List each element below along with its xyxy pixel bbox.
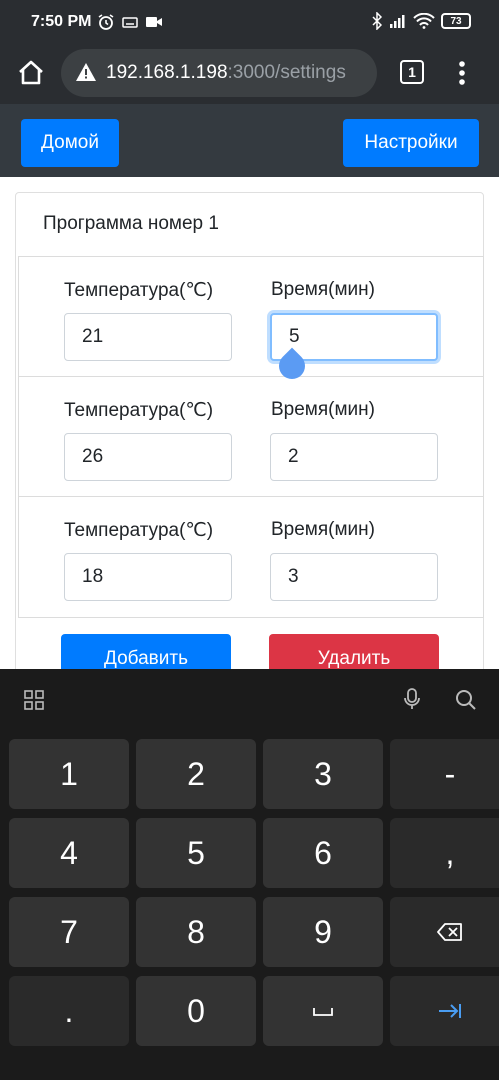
app-navbar: Домой Настройки bbox=[0, 104, 499, 177]
temperature-label: Температура(℃) bbox=[64, 520, 214, 541]
backspace-icon bbox=[437, 923, 462, 941]
time-label: Время(мин) bbox=[271, 279, 375, 300]
temperature-label: Температура(℃) bbox=[64, 400, 214, 421]
wifi-icon bbox=[413, 13, 435, 29]
key-6[interactable]: 6 bbox=[263, 818, 383, 888]
tab-switcher-button[interactable]: 1 bbox=[400, 60, 424, 84]
temperature-input[interactable]: 21 bbox=[64, 313, 232, 361]
browser-toolbar: 192.168.1.198:3000/settings 1 bbox=[0, 44, 499, 104]
apps-grid-icon[interactable] bbox=[23, 689, 45, 711]
key-8[interactable]: 8 bbox=[136, 897, 256, 967]
card-title: Программа номер 1 bbox=[43, 213, 219, 234]
keyboard-icon bbox=[122, 17, 138, 28]
keyboard-toolbar bbox=[0, 669, 499, 731]
key-minus[interactable]: - bbox=[390, 739, 499, 809]
url-path: :3000/settings bbox=[227, 62, 346, 83]
alarm-icon bbox=[98, 14, 114, 30]
key-1[interactable]: 1 bbox=[9, 739, 129, 809]
home-icon[interactable] bbox=[16, 58, 46, 88]
program-step-row: Температура(℃) Время(мин) 26 2 bbox=[19, 377, 483, 497]
more-options-icon[interactable] bbox=[452, 58, 472, 88]
key-3[interactable]: 3 bbox=[263, 739, 383, 809]
key-2[interactable]: 2 bbox=[136, 739, 256, 809]
key-comma[interactable]: , bbox=[390, 818, 499, 888]
time-label: Время(мин) bbox=[271, 519, 375, 540]
temperature-input[interactable]: 26 bbox=[64, 433, 232, 481]
add-button[interactable]: Добавить bbox=[61, 634, 231, 669]
key-4[interactable]: 4 bbox=[9, 818, 129, 888]
numeric-keyboard: 1 2 3 - 4 5 6 , 7 8 9 . 0 bbox=[0, 669, 499, 1080]
key-dot[interactable]: . bbox=[9, 976, 129, 1046]
time-input[interactable]: 2 bbox=[270, 433, 438, 481]
key-7[interactable]: 7 bbox=[9, 897, 129, 967]
key-space[interactable] bbox=[263, 976, 383, 1046]
bluetooth-icon bbox=[372, 12, 383, 30]
key-9[interactable]: 9 bbox=[263, 897, 383, 967]
key-tab[interactable] bbox=[390, 976, 499, 1046]
delete-button[interactable]: Удалить bbox=[269, 634, 439, 669]
video-icon bbox=[146, 17, 162, 27]
temperature-input[interactable]: 18 bbox=[64, 553, 232, 601]
tab-icon bbox=[439, 1004, 461, 1018]
key-5[interactable]: 5 bbox=[136, 818, 256, 888]
url-host: 192.168.1.198 bbox=[106, 62, 228, 83]
temperature-label: Температура(℃) bbox=[64, 280, 214, 301]
program-step-row: Температура(℃) Время(мин) 18 3 bbox=[19, 497, 483, 617]
page-content: Программа номер 1 Температура(℃) Время(м… bbox=[0, 177, 499, 669]
battery-indicator: 73 bbox=[441, 13, 471, 29]
space-icon bbox=[313, 1008, 333, 1016]
address-bar[interactable]: 192.168.1.198:3000/settings bbox=[61, 49, 377, 97]
search-icon[interactable] bbox=[454, 688, 478, 712]
program-card: Программа номер 1 Температура(℃) Время(м… bbox=[15, 192, 484, 669]
program-step-row: Температура(℃) Время(мин) 21 5 bbox=[19, 257, 483, 377]
warning-icon[interactable] bbox=[75, 62, 97, 82]
time-input[interactable]: 3 bbox=[270, 553, 438, 601]
status-time: 7:50 PM bbox=[31, 13, 92, 30]
key-backspace[interactable] bbox=[390, 897, 499, 967]
home-nav-button[interactable]: Домой bbox=[21, 119, 119, 167]
microphone-icon[interactable] bbox=[402, 687, 422, 711]
settings-nav-button[interactable]: Настройки bbox=[343, 119, 479, 167]
time-label: Время(мин) bbox=[271, 399, 375, 420]
status-bar: 7:50 PM 73 bbox=[0, 0, 499, 44]
signal-icon bbox=[390, 15, 405, 28]
key-0[interactable]: 0 bbox=[136, 976, 256, 1046]
program-steps: Температура(℃) Время(мин) 21 5 Температу… bbox=[18, 256, 484, 618]
